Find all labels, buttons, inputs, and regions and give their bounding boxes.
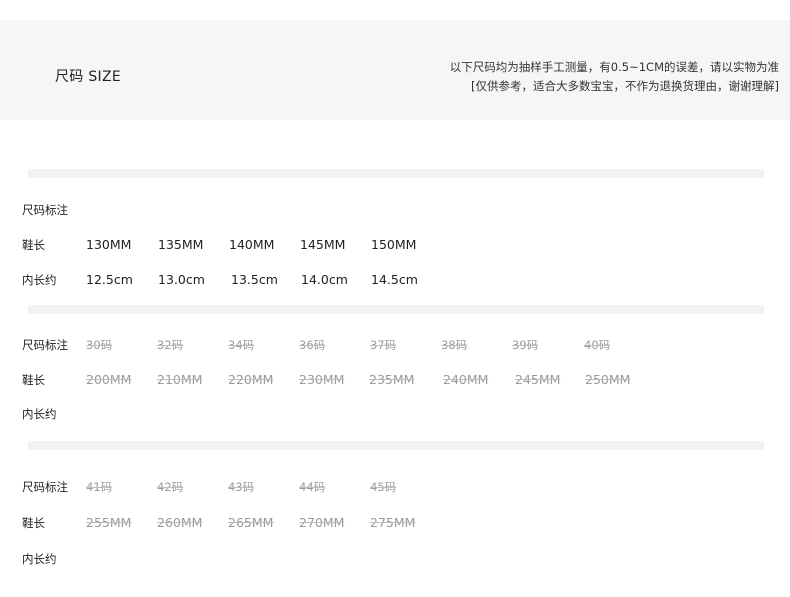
size-cell: 32码 — [157, 338, 184, 352]
inner-length-row-label: 内长约 — [22, 273, 57, 287]
shoe-length-cell: 250MM — [585, 372, 631, 387]
shoe-length-row: 鞋长 200MM 210MM 220MM 230MM 235MM 240MM 2… — [0, 370, 790, 390]
inner-length-cell: 13.5cm — [231, 272, 278, 287]
size-row-label: 尺码标注 — [22, 480, 68, 494]
size-cell: 36码 — [299, 338, 326, 352]
inner-length-row-label: 内长约 — [22, 407, 57, 421]
size-row: 尺码标注 41码 42码 43码 44码 45码 — [0, 477, 790, 497]
shoe-length-cell: 150MM — [371, 237, 417, 252]
shoe-length-row-label: 鞋长 — [22, 516, 45, 530]
measurement-note-line-1: 以下尺码均为抽样手工测量，有0.5~1CM的误差，请以实物为准 — [449, 60, 779, 74]
size-row: 尺码标注 — [0, 200, 790, 220]
size-cell: 44码 — [299, 480, 326, 494]
section-divider — [28, 305, 764, 314]
size-cell: 43码 — [228, 480, 255, 494]
shoe-length-cell: 275MM — [370, 515, 416, 530]
section-divider — [28, 169, 764, 178]
size-cell: 37码 — [370, 338, 397, 352]
shoe-length-row-label: 鞋长 — [22, 238, 45, 252]
size-cell: 30码 — [86, 338, 113, 352]
size-cell: 38码 — [441, 338, 468, 352]
page-title: 尺码 SIZE — [55, 69, 122, 85]
shoe-length-cell: 270MM — [299, 515, 345, 530]
size-cell: 40码 — [584, 338, 611, 352]
shoe-length-cell: 260MM — [157, 515, 203, 530]
inner-length-cell: 14.0cm — [301, 272, 348, 287]
inner-length-cell: 14.5cm — [371, 272, 418, 287]
size-cell: 39码 — [512, 338, 539, 352]
shoe-length-cell: 130MM — [86, 237, 132, 252]
inner-length-row: 内长约 — [0, 404, 790, 424]
size-cell: 41码 — [86, 480, 113, 494]
shoe-length-row: 鞋长 130MM 135MM 140MM 145MM 150MM — [0, 235, 790, 255]
shoe-length-cell: 220MM — [228, 372, 274, 387]
inner-length-row: 内长约 12.5cm 13.0cm 13.5cm 14.0cm 14.5cm — [0, 270, 790, 290]
shoe-length-cell: 230MM — [299, 372, 345, 387]
shoe-length-cell: 140MM — [229, 237, 275, 252]
size-row: 尺码标注 30码 32码 34码 36码 37码 38码 39码 40码 — [0, 335, 790, 355]
inner-length-row-label: 内长约 — [22, 552, 57, 566]
size-cell: 34码 — [228, 338, 255, 352]
header-banner: 尺码 SIZE 以下尺码均为抽样手工测量，有0.5~1CM的误差，请以实物为准 … — [0, 20, 790, 120]
measurement-note: 以下尺码均为抽样手工测量，有0.5~1CM的误差，请以实物为准 [仅供参考，适合… — [450, 58, 779, 96]
shoe-length-cell: 265MM — [228, 515, 274, 530]
size-cell: 45码 — [370, 480, 397, 494]
section-divider — [28, 441, 764, 450]
shoe-length-row: 鞋长 255MM 260MM 265MM 270MM 275MM — [0, 513, 790, 533]
shoe-length-row-label: 鞋长 — [22, 373, 45, 387]
size-row-label: 尺码标注 — [22, 338, 68, 352]
size-row-label: 尺码标注 — [22, 203, 68, 217]
shoe-length-cell: 135MM — [158, 237, 204, 252]
shoe-length-cell: 210MM — [157, 372, 203, 387]
size-cell: 42码 — [157, 480, 184, 494]
shoe-length-cell: 255MM — [86, 515, 132, 530]
inner-length-cell: 13.0cm — [158, 272, 205, 287]
inner-length-row: 内长约 — [0, 549, 790, 569]
shoe-length-cell: 240MM — [443, 372, 489, 387]
shoe-length-cell: 245MM — [515, 372, 561, 387]
inner-length-cell: 12.5cm — [86, 272, 133, 287]
shoe-length-cell: 145MM — [300, 237, 346, 252]
shoe-length-cell: 200MM — [86, 372, 132, 387]
measurement-note-line-2: [仅供参考，适合大多数宝宝，不作为退换货理由，谢谢理解] — [471, 79, 779, 93]
shoe-length-cell: 235MM — [369, 372, 415, 387]
